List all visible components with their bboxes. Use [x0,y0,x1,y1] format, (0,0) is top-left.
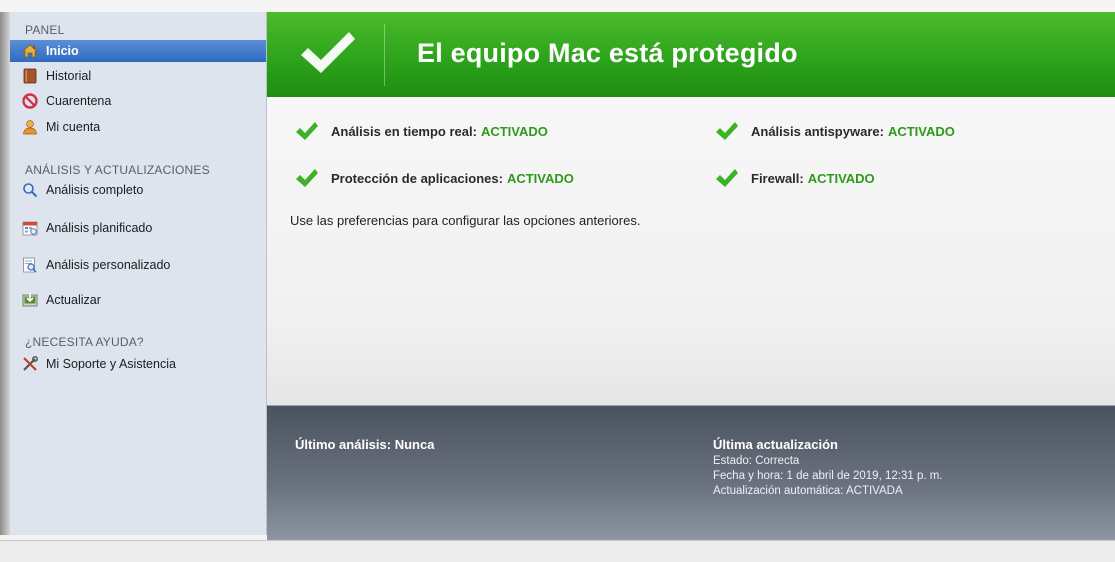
info-panel: Último análisis: Nunca Última actualizac… [267,405,1115,541]
no-entry-icon [22,93,38,109]
home-icon [22,43,38,59]
sidebar-item-label: Historial [46,69,92,83]
status-label: Análisis antispyware: [751,123,884,139]
sidebar-item-analisis-planificado[interactable]: Análisis planificado [10,217,266,239]
last-scan-text: Último análisis: Nunca [295,437,435,452]
update-status-line: Estado: Correcta [713,455,800,467]
sidebar: PANEL Inicio Historial Cuarentena Mi cue… [10,12,267,535]
status-label: Protección de aplicaciones: [331,170,503,186]
status-value: ACTIVADO [506,170,574,186]
window-footer [0,540,1115,562]
sidebar-item-actualizar[interactable]: Actualizar [10,289,266,311]
sidebar-item-analisis-completo[interactable]: Análisis completo [10,179,266,201]
sidebar-item-label: Inicio [46,44,79,58]
magnifier-icon [22,182,38,198]
sidebar-item-mi-cuenta[interactable]: Mi cuenta [10,116,266,138]
status-panel: Análisis en tiempo real: ACTIVADO Anális… [267,97,1115,405]
status-label: Análisis en tiempo real: [331,123,477,139]
sidebar-item-label: Análisis personalizado [46,258,171,272]
checkmark-icon [297,28,357,83]
sidebar-item-analisis-personalizado[interactable]: Análisis personalizado [10,254,266,276]
sidebar-item-label: Cuarentena [46,94,112,108]
check-icon [715,121,739,141]
preferences-hint: Use las preferencias para configurar las… [290,213,641,228]
auto-update-line: Actualización automática: ACTIVADA [713,485,903,497]
update-date-line: Fecha y hora: 1 de abril de 2019, 12:31 … [713,470,943,482]
window-top-strip [0,0,1115,12]
sidebar-item-label: Mi Soporte y Asistencia [46,357,176,371]
sidebar-item-inicio[interactable]: Inicio [10,40,266,62]
status-value: ACTIVADO [480,123,548,139]
status-label: Firewall: [751,170,804,186]
sidebar-item-label: Análisis completo [46,183,144,197]
status-value: ACTIVADO [887,123,955,139]
tools-icon [22,356,38,372]
update-icon [22,292,38,308]
page-title: El equipo Mac está protegido [417,38,798,68]
check-icon [295,168,319,188]
sidebar-item-cuarentena[interactable]: Cuarentena [10,90,266,112]
last-update-title: Última actualización [713,437,838,452]
status-antispyware: Análisis antispyware: ACTIVADO [715,121,955,141]
check-icon [295,121,319,141]
status-app-protection: Protección de aplicaciones: ACTIVADO [295,168,574,188]
user-icon [22,119,38,135]
sidebar-item-label: Mi cuenta [46,120,101,134]
sidebar-section-analisis: ANÁLISIS Y ACTUALIZACIONES [25,163,210,177]
sidebar-item-historial[interactable]: Historial [10,65,266,87]
sidebar-section-ayuda: ¿NECESITA AYUDA? [25,335,144,349]
app-window: PANEL Inicio Historial Cuarentena Mi cue… [0,0,1115,562]
status-firewall: Firewall: ACTIVADO [715,168,875,188]
header-separator [384,24,385,86]
calendar-icon [22,220,38,236]
book-icon [22,68,38,84]
sidebar-section-panel: PANEL [25,23,65,37]
protection-header: El equipo Mac está protegido [267,12,1115,97]
sidebar-item-label: Actualizar [46,293,101,307]
sidebar-item-soporte[interactable]: Mi Soporte y Asistencia [10,353,266,375]
sidebar-item-label: Análisis planificado [46,221,153,235]
custom-scan-icon [22,257,38,273]
check-icon [715,168,739,188]
status-realtime: Análisis en tiempo real: ACTIVADO [295,121,548,141]
status-value: ACTIVADO [807,170,875,186]
window-left-edge [0,12,10,535]
